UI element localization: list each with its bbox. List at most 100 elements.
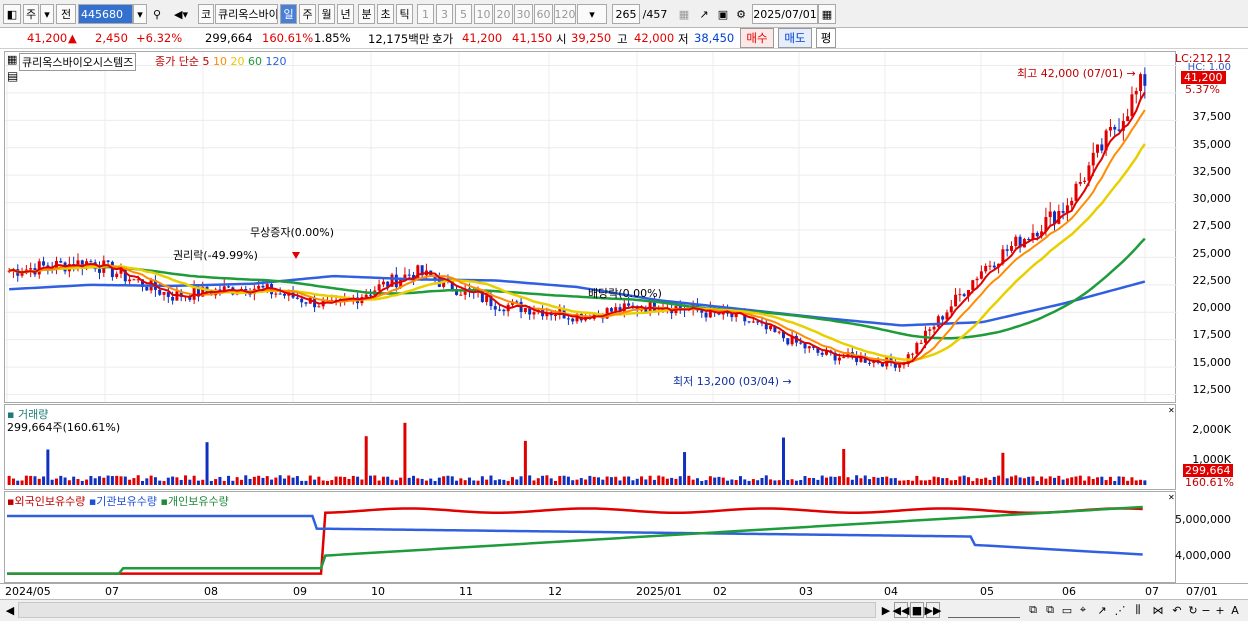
close-icon[interactable]: ✕ [1168, 493, 1175, 502]
volume-bar [592, 476, 596, 485]
candle-body [911, 353, 915, 355]
panel-icon[interactable]: ▦ [7, 53, 17, 66]
volume-panel[interactable]: ▪ 거래량 299,664주(160.61%) ✕ [4, 404, 1176, 490]
stop-icon[interactable]: ■ [910, 602, 924, 618]
volume-bar [738, 476, 742, 485]
count-input[interactable]: 265 [612, 4, 640, 24]
kospi-badge[interactable]: 코 [198, 4, 214, 24]
candle-body [317, 306, 321, 308]
interval-120[interactable]: 120 [554, 4, 576, 24]
volume-bar [1027, 476, 1031, 485]
chevron-down-icon[interactable]: ▾ [40, 4, 54, 24]
interval-5[interactable]: 5 [455, 4, 472, 24]
sell-button[interactable]: 매도 [778, 28, 812, 48]
pattern-icon[interactable]: ⋰ [1112, 602, 1128, 618]
x-tick: 06 [1062, 585, 1076, 598]
zoom-slider[interactable] [948, 602, 1020, 618]
volume-bar [876, 477, 880, 485]
candle-body [158, 289, 162, 295]
close-icon[interactable]: ✕ [1168, 406, 1175, 415]
volume-bar [704, 480, 708, 485]
volume-bar [781, 437, 785, 485]
volume-bar [209, 481, 213, 485]
indicator-icon[interactable]: ▤ [7, 69, 18, 83]
restore-icon[interactable]: ↻ [1186, 602, 1200, 618]
undo-icon[interactable]: ↶ [1170, 602, 1184, 618]
volume-bar [248, 478, 252, 485]
volume-bar [627, 476, 631, 485]
crosshair-icon[interactable]: ⌖ [1076, 602, 1090, 618]
volume-bar [803, 476, 807, 485]
grid-icon[interactable]: ▦ [675, 4, 693, 24]
interval-60[interactable]: 60 [534, 4, 553, 24]
draw-icon[interactable]: ↗ [695, 4, 713, 24]
window-icon[interactable]: ▭ [1060, 602, 1074, 618]
interval-10[interactable]: 10 [474, 4, 493, 24]
prev-button[interactable]: 전 [56, 4, 76, 24]
layout-icon[interactable]: ⧉ [1043, 602, 1057, 618]
tab-day[interactable]: 일 [280, 4, 297, 24]
tab-second[interactable]: 초 [377, 4, 394, 24]
volume-pct-tag: 160.61% [1185, 476, 1234, 489]
trend-icon[interactable]: ↗ [1094, 602, 1110, 618]
rewind-icon[interactable]: ◀◀ [893, 602, 909, 618]
speaker-icon[interactable]: ◀▾ [167, 4, 195, 24]
candle-body [132, 279, 136, 281]
volume-bar [369, 475, 373, 485]
volume-bar [261, 477, 265, 485]
eval-button[interactable]: 평 [816, 28, 836, 48]
font-icon[interactable]: A [1228, 602, 1242, 618]
interval-30[interactable]: 30 [514, 4, 533, 24]
volume-bar [184, 475, 188, 485]
candle-body [532, 312, 536, 315]
volume-bar [1061, 479, 1065, 485]
market-select[interactable]: 주 [23, 4, 39, 24]
price-chart[interactable] [5, 52, 1177, 402]
scroll-right-icon[interactable]: ▶ [880, 602, 892, 618]
tools-icon[interactable]: ⋈ [1150, 602, 1166, 618]
price-tick: 12,500 [1192, 383, 1232, 396]
calendar-icon[interactable]: ▦ [818, 4, 836, 24]
volume-bar [459, 478, 463, 485]
save-icon[interactable]: ▣ [715, 4, 731, 24]
zoom-out-icon[interactable]: − [1200, 602, 1212, 618]
window-icon[interactable]: ◧ [3, 4, 21, 24]
copy-icon[interactable]: ⧉ [1026, 602, 1040, 618]
volume-bar [282, 478, 286, 485]
interval-20[interactable]: 20 [494, 4, 513, 24]
bar-icon[interactable]: ⫼ [1130, 602, 1146, 618]
volume-bar [523, 440, 527, 485]
volume-bar [1117, 476, 1121, 485]
interval-3[interactable]: 3 [436, 4, 453, 24]
change: 2,450 [95, 31, 128, 45]
volume-chart[interactable] [5, 405, 1177, 489]
stock-name[interactable]: 큐리옥스바이 [215, 4, 278, 24]
tab-tick[interactable]: 틱 [396, 4, 413, 24]
scrollbar[interactable] [18, 602, 876, 618]
candle-body [747, 321, 751, 323]
price-axis: LC:212.12 HC: 1.00 41,200 5.37% 37,500 3… [1175, 51, 1243, 403]
search-icon[interactable]: ⚲ [149, 4, 165, 24]
interval-1[interactable]: 1 [417, 4, 434, 24]
date-input[interactable]: 2025/07/01 [752, 4, 818, 24]
code-input[interactable]: 445680 [78, 4, 133, 24]
zoom-in-icon[interactable]: + [1214, 602, 1226, 618]
quote-bar: 41,200 ▲ 2,450 +6.32% 299,664 160.61% 1.… [0, 28, 1248, 49]
tab-minute[interactable]: 분 [358, 4, 375, 24]
volume-bar [764, 475, 768, 485]
volume-bar [485, 479, 489, 485]
forward-icon[interactable]: ▶▶ [925, 602, 941, 618]
scroll-left-icon[interactable]: ◀ [4, 602, 16, 618]
price-panel[interactable]: ▦ 큐리옥스바이오시스템즈 종가 단순 5 10 20 60 120 ▤ 최고 … [4, 51, 1177, 403]
interval-dropdown[interactable]: ▾ [577, 4, 607, 24]
chevron-down-icon[interactable]: ▾ [133, 4, 147, 24]
tab-month[interactable]: 월 [318, 4, 335, 24]
buy-button[interactable]: 매수 [740, 28, 774, 48]
holding-panel[interactable]: ▪외국인보유수량 ▪기관보유수량 ▪개인보유수량 ✕ [4, 491, 1176, 583]
chart-title: 큐리옥스바이오시스템즈 [19, 53, 137, 71]
gear-icon[interactable]: ⚙ [733, 4, 749, 24]
volume-bar [777, 480, 781, 485]
tab-week[interactable]: 주 [299, 4, 316, 24]
volume-bar [158, 480, 162, 485]
tab-year[interactable]: 년 [337, 4, 354, 24]
